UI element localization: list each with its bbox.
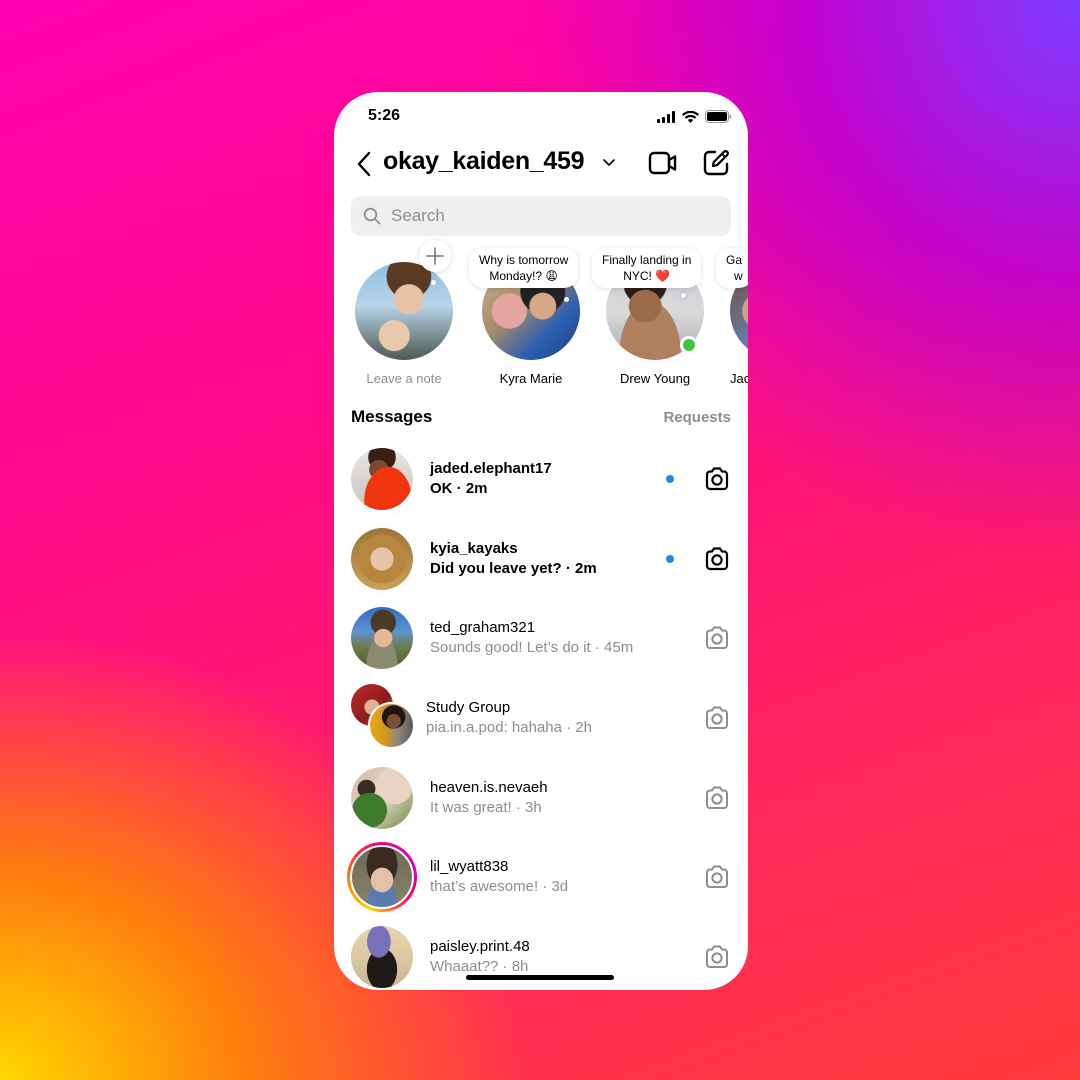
- camera-button[interactable]: [703, 863, 731, 891]
- search-bar[interactable]: [351, 196, 731, 236]
- online-status-indicator: [680, 336, 698, 354]
- chevron-down-icon: [603, 159, 615, 166]
- requests-link[interactable]: Requests: [663, 409, 731, 426]
- note-name: Jac: [730, 371, 748, 386]
- notes-tray: Leave a note Why is tomorrow Monday!? 😩 …: [334, 240, 748, 392]
- thread-preview: Did you leave yet? · 2m: [430, 559, 597, 577]
- thread-row-group[interactable]: Study Group pia.in.a.pod: hahaha · 2h: [334, 684, 748, 766]
- thread-row[interactable]: ted_graham321 Sounds good! Let’s do it ·…: [334, 606, 748, 686]
- messages-section-header: Messages Requests: [351, 407, 731, 431]
- video-call-button[interactable]: [648, 150, 678, 176]
- note-bubble: Ga w: [716, 248, 748, 288]
- thread-name: heaven.is.nevaeh: [430, 778, 548, 796]
- header: okay_kaiden_459: [334, 144, 748, 184]
- camera-icon: [705, 547, 729, 570]
- camera-icon: [705, 467, 729, 491]
- camera-button[interactable]: [703, 624, 731, 652]
- add-note-button[interactable]: [419, 240, 451, 272]
- video-camera-icon: [648, 151, 677, 175]
- thread-preview: pia.in.a.pod: hahaha · 2h: [426, 719, 592, 737]
- note-bubble-tail: [564, 297, 569, 302]
- camera-button[interactable]: [703, 704, 731, 732]
- camera-button[interactable]: [703, 943, 731, 971]
- thread-preview: that’s awesome! · 3d: [430, 878, 569, 896]
- chevron-left-icon: [357, 151, 371, 177]
- unread-indicator: [666, 554, 674, 563]
- status-icons: [657, 110, 732, 123]
- avatar: [368, 702, 415, 750]
- status-time: 5:26: [368, 107, 401, 124]
- camera-icon: [706, 786, 728, 809]
- note-bubble: Finally landing in NYC! ❤️: [592, 248, 702, 288]
- thread-row[interactable]: lil_wyatt838 that’s awesome! · 3d: [334, 842, 748, 925]
- avatar-story-ring[interactable]: [347, 842, 417, 913]
- new-message-icon: [703, 150, 729, 176]
- search-input[interactable]: [391, 196, 711, 236]
- thread-name: kyia_kayaks: [430, 539, 518, 557]
- avatar: [351, 926, 413, 989]
- group-avatar: [351, 684, 415, 750]
- avatar: [351, 527, 413, 590]
- thread-name: lil_wyatt838: [430, 858, 509, 876]
- note-bubble-tail: [431, 280, 436, 285]
- camera-icon: [706, 706, 728, 730]
- thread-list: jaded.elephant17 OK · 2m kyia_kayaks Did…: [334, 447, 748, 990]
- note-bubble-tail: [681, 293, 686, 298]
- thread-row[interactable]: kyia_kayaks Did you leave yet? · 2m: [334, 527, 748, 607]
- avatar: [355, 262, 453, 360]
- plus-icon: [426, 247, 444, 265]
- home-indicator[interactable]: [466, 975, 614, 980]
- back-button[interactable]: [354, 151, 376, 177]
- thread-name: Study Group: [426, 699, 511, 717]
- avatar: [351, 607, 413, 670]
- note-item[interactable]: Finally landing in NYC! ❤️ Drew Young: [592, 242, 710, 392]
- account-username[interactable]: okay_kaiden_459: [383, 147, 585, 176]
- wifi-icon: [682, 110, 699, 123]
- thread-preview: Sounds good! Let’s do it · 45m: [430, 639, 634, 657]
- unread-indicator: [666, 475, 674, 483]
- thread-name: jaded.elephant17: [430, 460, 552, 477]
- note-item-own[interactable]: Leave a note: [349, 240, 459, 392]
- phone-screen: 5:26 okay_kaiden_459 Search Leave a note…: [334, 92, 748, 990]
- thread-row[interactable]: jaded.elephant17 OK · 2m: [334, 447, 748, 527]
- cellular-signal-icon: [657, 110, 676, 123]
- new-message-button[interactable]: [702, 149, 730, 177]
- note-bubble: Why is tomorrow Monday!? 😩: [469, 248, 579, 288]
- search-icon: [363, 207, 381, 225]
- avatar: [351, 766, 413, 829]
- thread-row[interactable]: heaven.is.nevaeh It was great! · 3h: [334, 766, 748, 846]
- avatar: [350, 845, 414, 910]
- avatar: [351, 448, 413, 510]
- camera-icon: [706, 945, 728, 969]
- note-item[interactable]: Ga w Jac: [716, 242, 748, 392]
- note-name: Kyra Marie: [499, 371, 563, 386]
- thread-name: ted_graham321: [430, 619, 536, 637]
- camera-icon: [706, 865, 728, 889]
- camera-icon: [706, 626, 728, 650]
- thread-name: paisley.print.48: [430, 938, 530, 956]
- thread-row[interactable]: paisley.print.48 Whaaat?? · 8h: [334, 925, 748, 990]
- note-item[interactable]: Why is tomorrow Monday!? 😩 Kyra Marie: [469, 242, 586, 392]
- status-bar: 5:26: [334, 92, 748, 142]
- camera-button[interactable]: [703, 784, 731, 812]
- camera-button[interactable]: [703, 465, 731, 493]
- thread-preview: It was great! · 3h: [430, 798, 542, 816]
- camera-button[interactable]: [703, 545, 731, 573]
- note-name: Leave a note: [366, 371, 442, 386]
- battery-icon: [705, 110, 732, 123]
- note-name: Drew Young: [619, 371, 691, 386]
- thread-preview: OK · 2m: [430, 480, 488, 497]
- account-switcher[interactable]: [602, 157, 616, 169]
- messages-title: Messages: [351, 407, 433, 426]
